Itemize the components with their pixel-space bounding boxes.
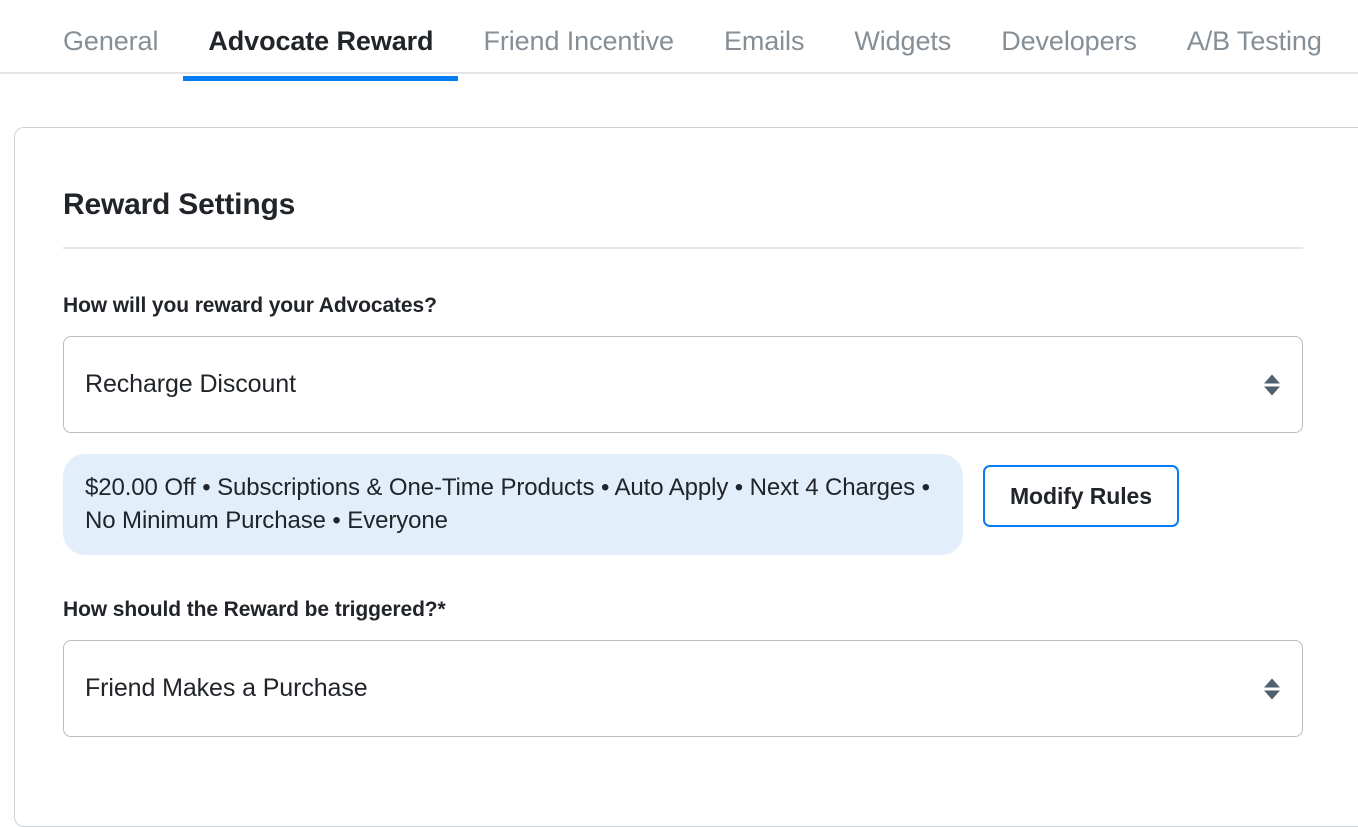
tab-advocate-reward[interactable]: Advocate Reward (183, 0, 459, 81)
tab-developers[interactable]: Developers (976, 0, 1162, 79)
tab-general[interactable]: General (38, 0, 183, 79)
settings-tab-bar: General Advocate Reward Friend Incentive… (0, 0, 1358, 81)
page-title: Reward Settings (63, 188, 296, 221)
reward-trigger-select-value: Friend Makes a Purchase (85, 674, 368, 702)
tab-widgets[interactable]: Widgets (829, 0, 976, 79)
reward-type-select[interactable]: Recharge Discount (63, 336, 1303, 433)
reward-trigger-label: How should the Reward be triggered?* (63, 598, 446, 621)
reward-settings-card-body: Reward Settings How will you reward your… (15, 128, 1318, 737)
chevron-updown-icon (1264, 678, 1280, 699)
chevron-updown-icon (1264, 374, 1280, 395)
tab-ab-testing[interactable]: A/B Testing (1162, 0, 1347, 79)
reward-type-select-value: Recharge Discount (85, 370, 296, 398)
tab-friend-incentive[interactable]: Friend Incentive (458, 0, 699, 79)
chevron-down-icon (1264, 690, 1280, 699)
title-divider (63, 247, 1303, 249)
chevron-up-icon (1264, 374, 1280, 383)
reward-settings-card: Reward Settings How will you reward your… (14, 127, 1358, 827)
reward-summary-row: $20.00 Off • Subscriptions & One-Time Pr… (63, 454, 1318, 555)
chevron-up-icon (1264, 678, 1280, 687)
chevron-down-icon (1264, 386, 1280, 395)
tab-emails[interactable]: Emails (699, 0, 829, 79)
reward-trigger-select[interactable]: Friend Makes a Purchase (63, 640, 1303, 737)
modify-rules-button[interactable]: Modify Rules (983, 465, 1179, 527)
reward-type-label: How will you reward your Advocates? (63, 294, 437, 317)
reward-summary-pill: $20.00 Off • Subscriptions & One-Time Pr… (63, 454, 963, 555)
